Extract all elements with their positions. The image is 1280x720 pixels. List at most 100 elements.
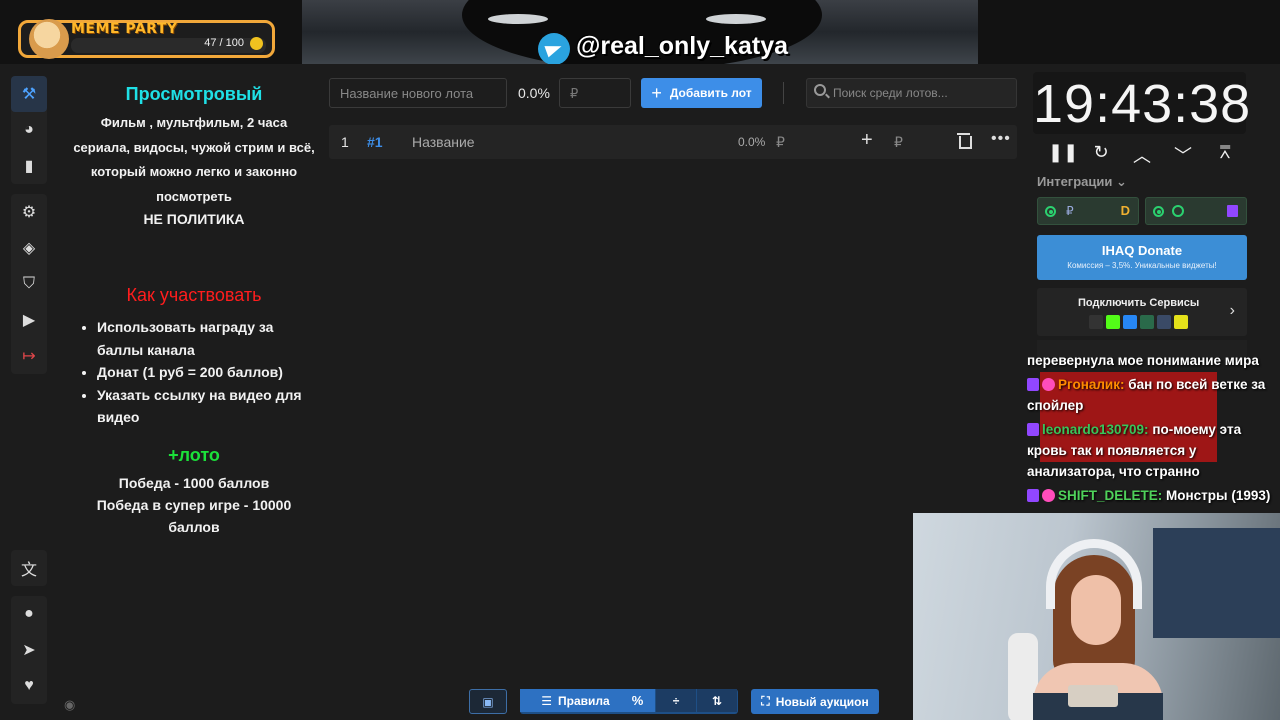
new-auction-button[interactable]: ⛶ Новый аукцион (751, 689, 879, 714)
sidebar-settings-group: ⚙ ◈ ⛉ ▶ ↦ (11, 194, 47, 374)
support-icon[interactable]: ♥ (11, 668, 47, 704)
pause-icon[interactable]: ❚❚ (1048, 142, 1078, 163)
webcam-phone (1068, 685, 1118, 707)
chat-message: перевернула мое понимание мира (1027, 350, 1273, 371)
meme-progress-count: 47 / 100 (204, 37, 244, 49)
reset-icon[interactable]: ↻ (1089, 142, 1113, 163)
kick-icon (1106, 315, 1120, 329)
lot-search-input[interactable]: Поиск среди лотов... (806, 78, 1017, 108)
divider (783, 82, 784, 104)
list-item: Использовать награду за баллы канала (97, 316, 315, 361)
banner-eye-right (706, 14, 766, 24)
lot-add-amount-input[interactable]: ₽ (894, 134, 903, 151)
chat-username: leonardo130709: (1042, 422, 1149, 437)
add-lot-button[interactable]: + Добавить лот (641, 78, 762, 108)
github-icon[interactable]: ● (11, 596, 47, 632)
status-active-icon (1153, 206, 1164, 217)
app-root: MEME PARTY 47 / 100 @real_only_katya ⚒ ◕… (0, 0, 1280, 720)
infinity-icon (1140, 315, 1154, 329)
save-icon: ▣ (482, 694, 494, 709)
translate-icon[interactable]: 文 (11, 550, 47, 586)
service-icons (1089, 315, 1188, 329)
add-lot-label: Добавить лот (669, 86, 752, 100)
plus-icon: + (651, 82, 662, 103)
auction-timer: 19:43:38 (1033, 72, 1252, 134)
doge-icon (29, 19, 69, 59)
lot-row: 1 #1 Название 0.0% ₽ + ₽ ••• (329, 125, 1017, 159)
donate-subtitle: Комиссия – 3,5%. Уникальные виджеты! (1067, 261, 1217, 270)
new-auction-icon: ⛶ (761, 694, 770, 708)
telegram-link-icon[interactable]: ➤ (11, 632, 47, 668)
sort-icon[interactable]: ⇅ (697, 689, 737, 712)
new-lot-name-input[interactable]: Название нового лота (329, 78, 507, 108)
search-icon (814, 84, 826, 96)
chat-message: Ргоналик: бан по всей ветке за спойлер (1027, 374, 1273, 416)
split-icon[interactable]: ÷ (656, 689, 696, 712)
connect-services-card[interactable]: Подключить Сервисы › (1037, 288, 1247, 336)
auction-rules-panel: Просмотровый Фильм , мультфильм, 2 часа … (73, 84, 315, 538)
twitch-badge-icon (1027, 489, 1039, 502)
eye-icon[interactable]: ◉ (64, 697, 75, 713)
integrations-toggle[interactable]: Интеграции ⌄ (1037, 174, 1127, 190)
timer-integration-icon (1172, 205, 1184, 217)
logout-icon[interactable]: ↦ (11, 338, 47, 374)
save-button[interactable]: ▣ (469, 689, 507, 714)
status-active-icon (1045, 206, 1056, 217)
chevron-down-icon: ⌄ (1115, 174, 1127, 189)
stats-icon[interactable]: ▮ (11, 148, 47, 184)
more-icon[interactable]: ••• (991, 130, 1011, 148)
lot-amount: ₽ (776, 134, 785, 150)
rules-icon: ☰ (541, 693, 553, 708)
gear-icon[interactable]: ⚙ (11, 194, 47, 230)
vk-icon (1123, 315, 1137, 329)
webcam-window-bg (1153, 528, 1280, 638)
new-auction-label: Новый аукцион (775, 694, 869, 709)
sub-badge-icon (1042, 378, 1055, 391)
connect-services-title: Подключить Сервисы (1078, 297, 1200, 309)
sidebar-language-group: 文 (11, 550, 47, 586)
chat-username: SHIFT_DELETE: (1058, 488, 1163, 503)
twitch-badge-icon (1027, 423, 1039, 436)
ruble-icon: ₽ (1066, 204, 1074, 218)
list-item: Указать ссылку на видео для видео (97, 384, 315, 429)
telegram-icon (538, 33, 570, 64)
chevron-up-icon[interactable]: ︿ (1130, 142, 1154, 168)
chat-message: SHIFT_DELETE: Монстры (1993) (1027, 485, 1273, 506)
twitch-integration[interactable] (1145, 197, 1247, 225)
double-chevron-up-icon[interactable]: ⩞ (1213, 142, 1237, 163)
chevron-down-icon[interactable]: ﹀ (1171, 142, 1195, 168)
add-amount-icon[interactable]: + (861, 129, 873, 152)
coin-icon (250, 37, 263, 50)
stream-banner: @real_only_katya (302, 0, 978, 64)
webcam-overlay (913, 513, 1280, 720)
twitch-icon (1227, 205, 1238, 217)
da-service-icon (1089, 315, 1103, 329)
sidebar-links-group: ● ➤ ♥ (11, 596, 47, 704)
video-icon[interactable]: ▶ (11, 302, 47, 338)
rules-description: Фильм , мультфильм, 2 часа сериала, видо… (73, 115, 315, 204)
banner-eye-left (488, 14, 548, 24)
chat-message: leonardo130709: по-моему эта кровь так и… (1027, 419, 1273, 482)
lot-name-field[interactable]: Название (412, 134, 475, 150)
chat-username: Ргоналик: (1058, 377, 1125, 392)
rules-no-politics: НЕ ПОЛИТИКА (143, 211, 245, 227)
list-item: Донат (1 руб = 200 баллов) (97, 361, 315, 384)
heart-badge-icon (1042, 489, 1055, 502)
trash-icon[interactable] (957, 133, 972, 149)
sidebar-main-group: ⚒ ◕ ▮ (11, 76, 47, 184)
how-to-participate-list: Использовать награду за баллы канала Дон… (97, 316, 315, 429)
percent-icon[interactable]: % (620, 689, 655, 712)
ihaq-donate-banner[interactable]: IHAQ Donate Комиссия – 3,5%. Уникальные … (1037, 235, 1247, 280)
twitch-badge-icon (1027, 378, 1039, 391)
shield-icon[interactable]: ⛉ (11, 266, 47, 302)
loto-title: +лото (168, 444, 220, 465)
layers-icon[interactable]: ◈ (11, 230, 47, 266)
chevron-right-icon: › (1229, 302, 1235, 319)
donationalerts-integration[interactable]: ₽ D (1037, 197, 1139, 225)
wheel-icon[interactable]: ◕ (11, 112, 47, 148)
auction-hammer-icon[interactable]: ⚒ (11, 76, 47, 112)
loto-super-win: Победа в супер игре - 10000 баллов (96, 496, 292, 535)
webcam-headphones (1046, 539, 1142, 609)
boosty-icon (1174, 315, 1188, 329)
new-lot-sum-input[interactable]: ₽ (559, 78, 631, 108)
